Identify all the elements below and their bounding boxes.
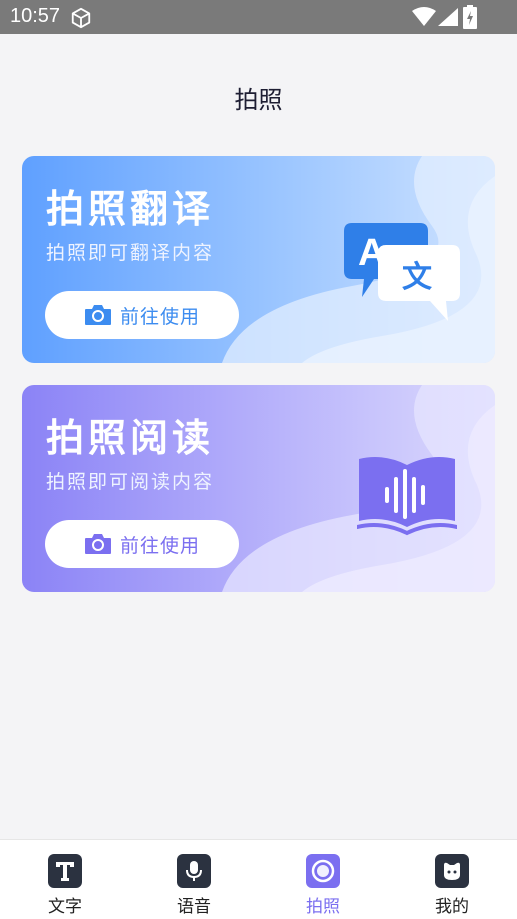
photo-read-card[interactable]: 拍照阅读 拍照即可阅读内容 前往使用 (22, 385, 495, 592)
nav-item-photo[interactable]: 拍照 (283, 854, 363, 917)
book-audio-icon (357, 457, 457, 536)
go-use-label: 前往使用 (119, 534, 200, 557)
cube-icon (71, 7, 91, 29)
nav-label: 语音 (177, 897, 211, 917)
go-use-label: 前往使用 (119, 305, 200, 328)
page-title: 拍照 (234, 86, 283, 114)
go-use-button[interactable]: 前往使用 (45, 520, 239, 568)
card-subtitle: 拍照即可阅读内容 (46, 471, 215, 493)
translate-bubbles-icon: A 文 (344, 223, 460, 321)
status-bar: 10:57 (0, 0, 517, 34)
card-subtitle: 拍照即可翻译内容 (46, 242, 215, 264)
status-time: 10:57 (10, 5, 61, 27)
microphone-icon (177, 854, 211, 888)
card-title: 拍照阅读 (46, 416, 215, 460)
bottom-nav: 文字 语音 拍照 我的 (0, 839, 517, 919)
signal-icon (438, 8, 458, 26)
nav-label: 我的 (435, 897, 469, 917)
photo-translate-card[interactable]: 拍照翻译 拍照即可翻译内容 前往使用 A 文 (22, 156, 495, 363)
battery-charging-icon (463, 5, 477, 29)
camera-icon (84, 305, 111, 325)
profile-icon (435, 854, 469, 888)
card-title: 拍照翻译 (46, 187, 215, 231)
camera-lens-icon (306, 854, 340, 888)
translate-glyph-b: 文 (402, 260, 432, 295)
nav-label: 文字 (48, 897, 82, 917)
wifi-icon (412, 7, 436, 26)
go-use-button[interactable]: 前往使用 (45, 291, 239, 339)
camera-icon (84, 534, 111, 554)
nav-item-voice[interactable]: 语音 (154, 854, 234, 917)
nav-item-text[interactable]: 文字 (25, 854, 105, 917)
nav-label: 拍照 (306, 897, 340, 917)
text-icon (48, 854, 82, 888)
nav-item-mine[interactable]: 我的 (412, 854, 492, 917)
